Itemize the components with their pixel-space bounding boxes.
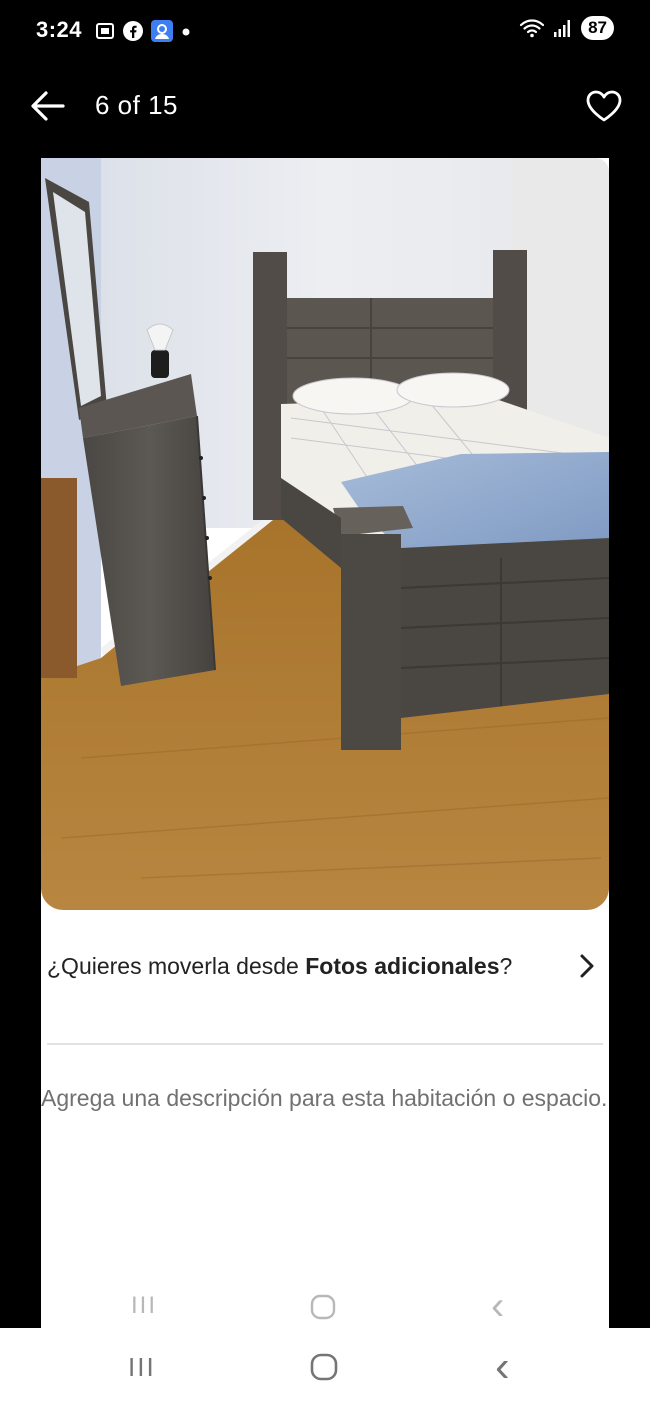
move-from-additional-photos-row[interactable]: ¿Quieres moverla desde Fotos adicionales… [47, 950, 603, 1016]
favorite-button[interactable] [582, 84, 626, 128]
move-prompt-suffix: ? [499, 953, 513, 979]
arrow-left-icon [31, 91, 65, 121]
status-bar: 3:24 87 [0, 0, 650, 62]
system-recent-apps-button[interactable]: III [128, 1352, 156, 1383]
status-time: 3:24 [36, 17, 83, 42]
photo-card: ¿Quieres moverla desde Fotos adicionales… [41, 158, 609, 1328]
back-button[interactable] [26, 84, 70, 128]
divider [47, 1043, 603, 1045]
heart-outline-icon [586, 90, 622, 122]
status-icons-left [94, 19, 192, 43]
move-prompt-album: Fotos adicionales [305, 953, 500, 979]
contact-app-icon [151, 20, 173, 42]
system-home-button[interactable] [309, 1352, 339, 1382]
photo-viewer-header: 6 of 15 [0, 62, 650, 158]
notification-dot-icon [182, 28, 190, 36]
move-prompt-prefix: ¿Quieres moverla desde [47, 953, 306, 979]
home-button[interactable] [309, 1293, 337, 1321]
photo-counter: 6 of 15 [95, 90, 179, 120]
bedroom-photo[interactable] [41, 158, 609, 910]
system-back-button[interactable]: ‹ [495, 1342, 510, 1392]
wifi-icon [519, 19, 545, 38]
screenshot-icon [96, 23, 114, 39]
status-icons-right: 87 [519, 16, 614, 40]
facebook-icon [123, 21, 143, 41]
battery-icon: 87 [581, 16, 614, 40]
description-field[interactable]: Agrega una descripción para esta habitac… [41, 1078, 609, 1119]
chevron-right-icon [580, 954, 594, 978]
move-prompt-text: ¿Quieres moverla desde Fotos adicionales… [47, 950, 567, 983]
recent-apps-button[interactable]: III [131, 1292, 157, 1320]
inner-navigation-bar: III ‹ [41, 1284, 609, 1328]
bedroom-photo-illustration [41, 158, 609, 910]
signal-icon [554, 20, 571, 37]
back-nav-button[interactable]: ‹ [491, 1284, 504, 1328]
system-navigation-bar: III ‹ [0, 1328, 650, 1408]
